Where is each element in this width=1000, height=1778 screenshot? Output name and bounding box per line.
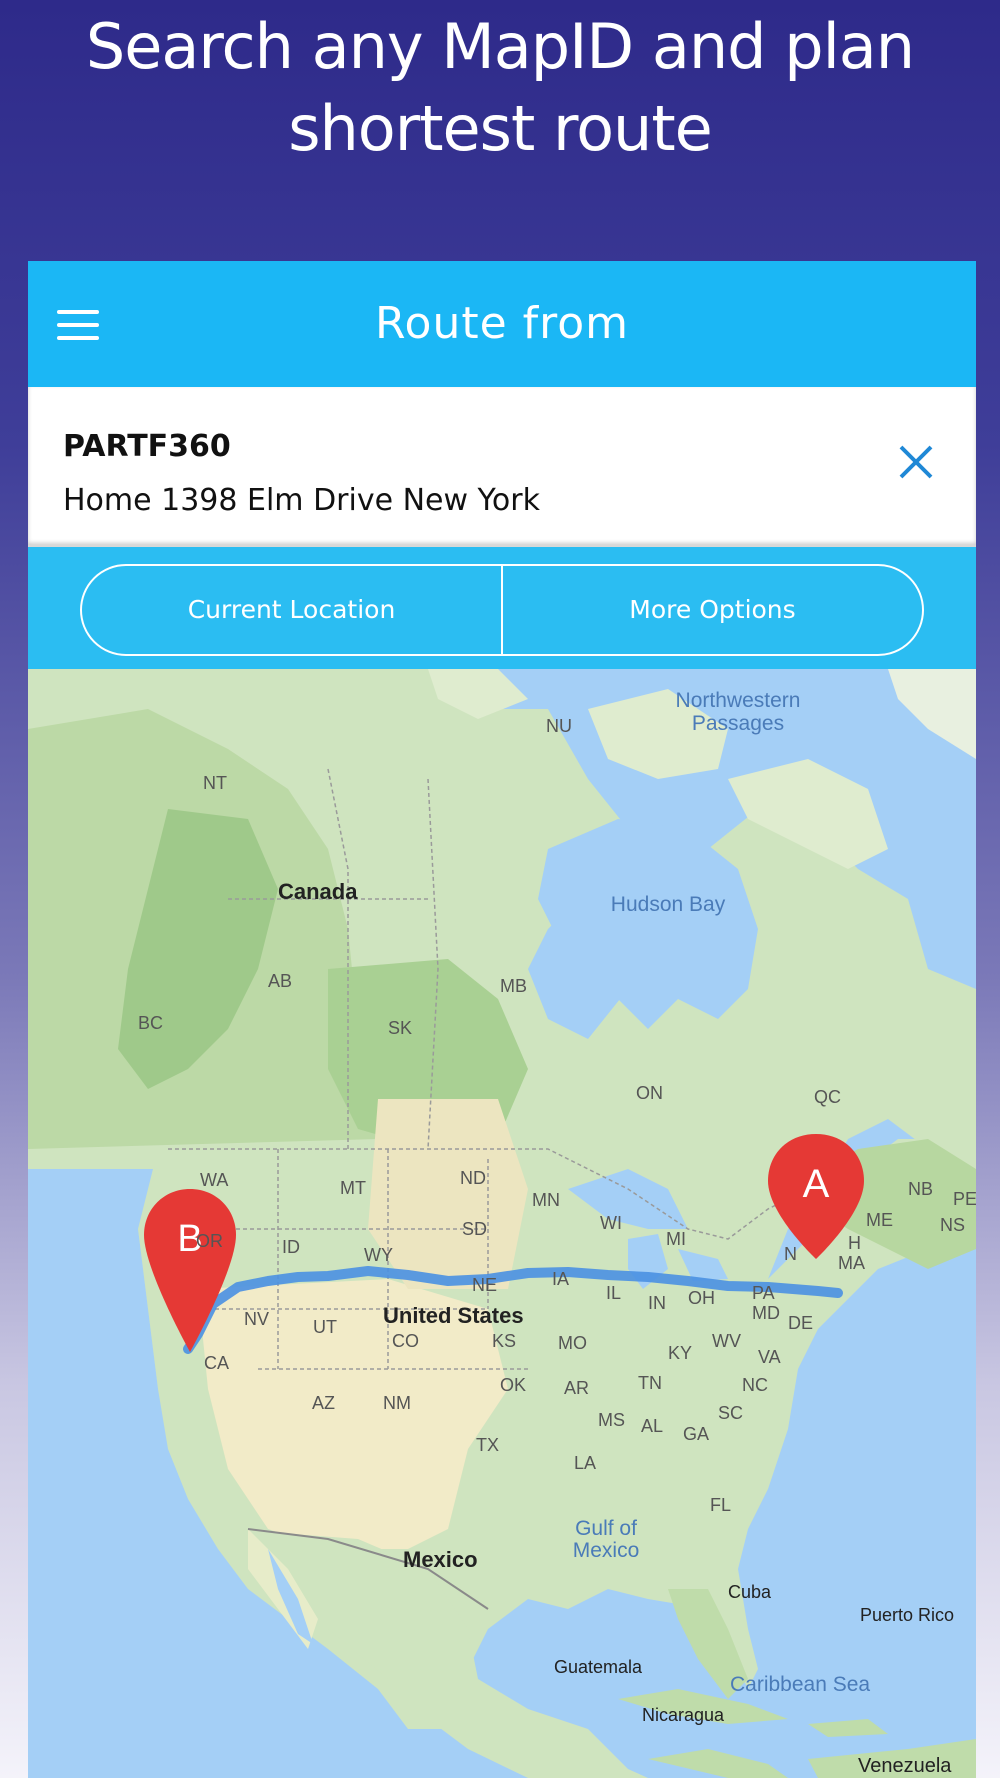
map-label-canada: Canada	[278, 879, 358, 904]
close-icon[interactable]	[896, 442, 936, 482]
map-label-guatemala: Guatemala	[554, 1657, 643, 1677]
app-screen: Route from PARTF360 Home 1398 Elm Drive …	[28, 261, 976, 1778]
map-view[interactable]: A B Northwestern Passages NU NT Canada H…	[28, 669, 976, 1778]
more-options-button[interactable]: More Options	[501, 566, 922, 654]
map-label-ky: KY	[668, 1343, 692, 1363]
map-label-id: ID	[282, 1237, 300, 1257]
map-label-bc: BC	[138, 1013, 163, 1033]
map-label-wa: WA	[200, 1170, 228, 1190]
map-label-fl: FL	[710, 1495, 731, 1515]
map-label-nb: NB	[908, 1179, 933, 1199]
map-label-ab: AB	[268, 971, 292, 991]
map-label-mn: MN	[532, 1190, 560, 1210]
map-label-ga: GA	[683, 1424, 709, 1444]
map-label-pe: PE	[953, 1189, 976, 1209]
options-bar: Current Location More Options	[28, 547, 976, 669]
map-label-co: CO	[392, 1331, 419, 1351]
map-label-nv: NV	[244, 1309, 269, 1329]
map-label-de: DE	[788, 1313, 813, 1333]
map-label-northwestern-1: Northwestern	[676, 689, 801, 712]
map-label-mo: MO	[558, 1333, 587, 1353]
headline-line-1: Search any MapID and plan	[85, 10, 915, 83]
map-label-az: AZ	[312, 1393, 335, 1413]
map-label-ca: CA	[204, 1353, 229, 1373]
current-location-button[interactable]: Current Location	[82, 566, 501, 654]
map-label-mt: MT	[340, 1178, 366, 1198]
map-label-wy: WY	[364, 1245, 393, 1265]
map-label-wi: WI	[600, 1213, 622, 1233]
map-label-va: VA	[758, 1347, 781, 1367]
map-label-sd: SD	[462, 1219, 487, 1239]
map-label-or: OR	[196, 1231, 223, 1251]
map-label-nd: ND	[460, 1168, 486, 1188]
map-label-tx: TX	[476, 1435, 499, 1455]
map-label-mexico: Mexico	[403, 1547, 478, 1572]
map-label-on: ON	[636, 1083, 663, 1103]
headline: Search any MapID and plan shortest route	[0, 6, 1000, 170]
map-label-gulf-2: Mexico	[573, 1539, 640, 1562]
map-label-ok: OK	[500, 1375, 526, 1395]
map-label-caribbean: Caribbean Sea	[730, 1673, 870, 1696]
map-label-puerto-rico: Puerto Rico	[860, 1605, 954, 1625]
map-label-nu: NU	[546, 716, 572, 736]
map-label-northwestern-2: Passages	[692, 712, 784, 735]
map-label-ia: IA	[552, 1269, 569, 1289]
map-label-sc: SC	[718, 1403, 743, 1423]
map-label-sk: SK	[388, 1018, 412, 1038]
marker-a-label: A	[803, 1162, 830, 1206]
map-label-al: AL	[641, 1416, 663, 1436]
map-label-nh: H	[848, 1233, 861, 1253]
route-from-card[interactable]: PARTF360 Home 1398 Elm Drive New York	[28, 387, 976, 547]
map-label-ny: N	[784, 1244, 797, 1264]
map-label-ne: NE	[472, 1275, 497, 1295]
map-label-ns: NS	[940, 1215, 965, 1235]
map-label-nt: NT	[203, 773, 227, 793]
app-bar: Route from	[28, 261, 976, 387]
app-bar-title: Route from	[374, 298, 630, 349]
map-label-gulf-1: Gulf of	[575, 1517, 637, 1540]
map-label-ar: AR	[564, 1378, 589, 1398]
map-label-tn: TN	[638, 1373, 662, 1393]
route-mapid: PARTF360	[63, 429, 231, 464]
map-label-ms: MS	[598, 1410, 625, 1430]
map-label-mb: MB	[500, 976, 527, 996]
map-label-il: IL	[606, 1283, 621, 1303]
route-address: Home 1398 Elm Drive New York	[63, 483, 540, 518]
map-canvas: A B Northwestern Passages NU NT Canada H…	[28, 669, 976, 1778]
map-label-nicaragua: Nicaragua	[642, 1705, 725, 1725]
map-label-ks: KS	[492, 1331, 516, 1351]
map-label-cuba: Cuba	[728, 1582, 772, 1602]
map-label-mi: MI	[666, 1229, 686, 1249]
segmented-control: Current Location More Options	[80, 564, 924, 656]
map-label-nm: NM	[383, 1393, 411, 1413]
map-label-united-states: United States	[383, 1303, 524, 1328]
headline-line-2: shortest route	[288, 92, 713, 165]
map-label-me: ME	[866, 1210, 893, 1230]
map-label-wv: WV	[712, 1331, 741, 1351]
map-label-ma: MA	[838, 1253, 865, 1273]
map-label-la: LA	[574, 1453, 596, 1473]
map-label-qc: QC	[814, 1087, 841, 1107]
map-label-md: MD	[752, 1303, 780, 1323]
map-label-venezuela: Venezuela	[858, 1755, 952, 1777]
map-label-in: IN	[648, 1293, 666, 1313]
map-label-hudson-bay: Hudson Bay	[611, 893, 726, 916]
map-label-nc: NC	[742, 1375, 768, 1395]
map-label-ut: UT	[313, 1317, 337, 1337]
map-label-pa: PA	[752, 1283, 775, 1303]
map-label-oh: OH	[688, 1288, 715, 1308]
